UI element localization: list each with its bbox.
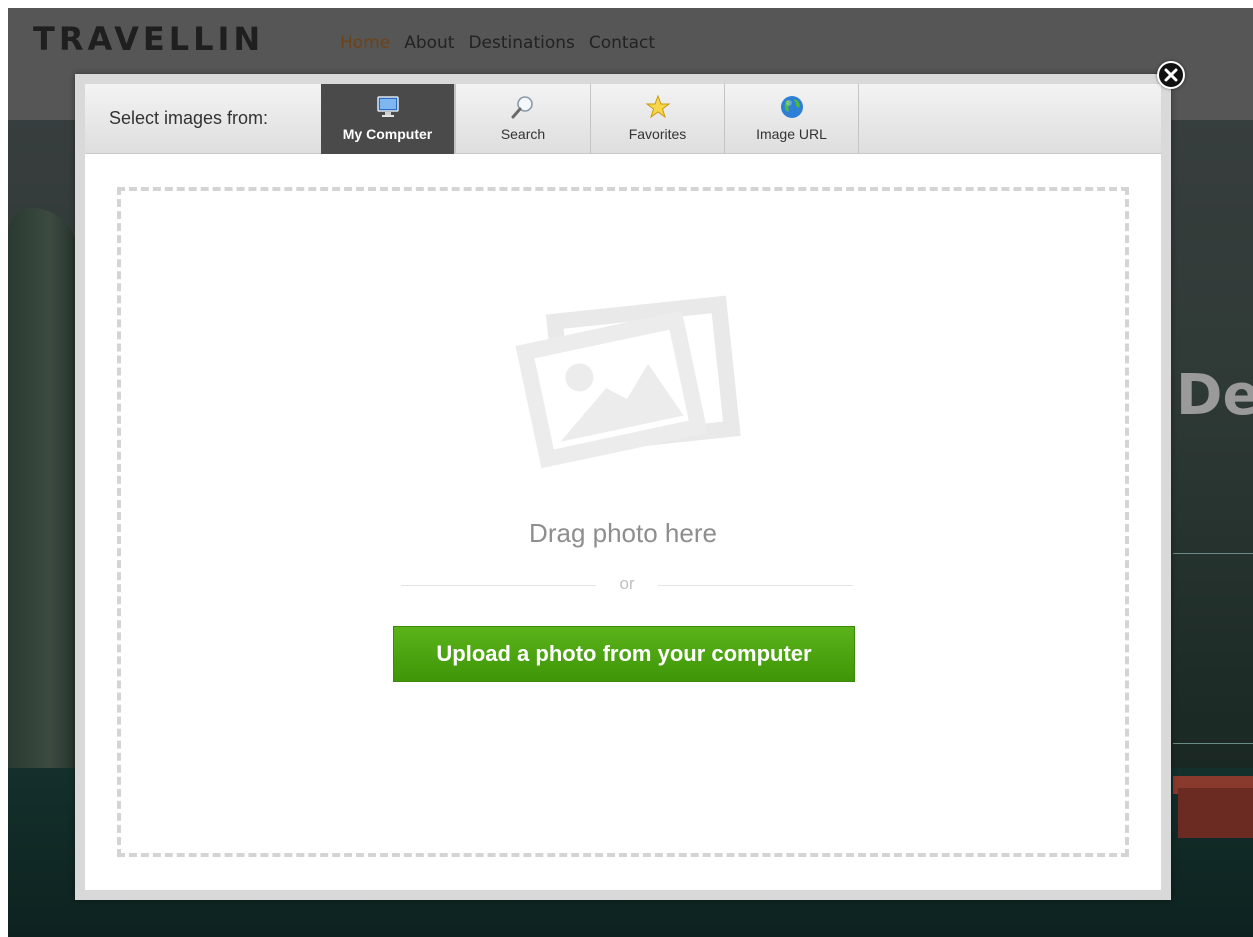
photo-placeholder-icon — [515, 295, 741, 469]
close-icon — [1164, 68, 1178, 82]
upload-photo-button[interactable]: Upload a photo from your computer — [393, 626, 855, 682]
image-picker-dialog: Select images from: My Computer Search F… — [75, 74, 1171, 900]
select-images-label: Select images from: — [109, 108, 269, 128]
or-divider: or — [401, 574, 853, 594]
image-picker-panel: Select images from: My Computer Search F… — [85, 84, 1161, 890]
photo-dropzone[interactable]: Drag photo here or Upload a photo from y… — [117, 187, 1129, 857]
nav-contact[interactable]: Contact — [589, 33, 655, 53]
source-tabbar: Select images from: My Computer Search F… — [85, 84, 1161, 154]
tab-label: Image URL — [756, 126, 827, 142]
close-dialog-button[interactable] — [1157, 61, 1185, 89]
star-icon — [645, 94, 670, 119]
tab-label: Favorites — [628, 126, 687, 142]
tab-favorites[interactable]: Favorites — [591, 84, 725, 154]
or-label: or — [619, 574, 635, 593]
site-nav: Home About Destinations Contact — [340, 33, 655, 53]
hero-hut — [1178, 788, 1253, 838]
magnifier-icon — [511, 96, 533, 119]
drag-photo-text: Drag photo here — [529, 518, 717, 548]
nav-about[interactable]: About — [404, 33, 454, 53]
nav-home[interactable]: Home — [340, 33, 390, 53]
tab-my-computer[interactable]: My Computer — [321, 84, 455, 154]
site-logo[interactable]: TRAVELLIN — [33, 20, 264, 58]
monitor-icon — [376, 96, 399, 117]
hero-cliff-image — [8, 208, 78, 768]
tab-label: Search — [500, 126, 546, 142]
hero-divider — [1173, 743, 1253, 744]
hero-divider — [1173, 553, 1253, 554]
hero-heading: De — [1176, 363, 1253, 428]
tab-image-url[interactable]: Image URL — [725, 84, 859, 154]
nav-destinations[interactable]: Destinations — [468, 33, 574, 53]
tab-label: My Computer — [342, 126, 433, 142]
tab-search[interactable]: Search — [455, 84, 591, 154]
globe-icon — [780, 96, 803, 118]
